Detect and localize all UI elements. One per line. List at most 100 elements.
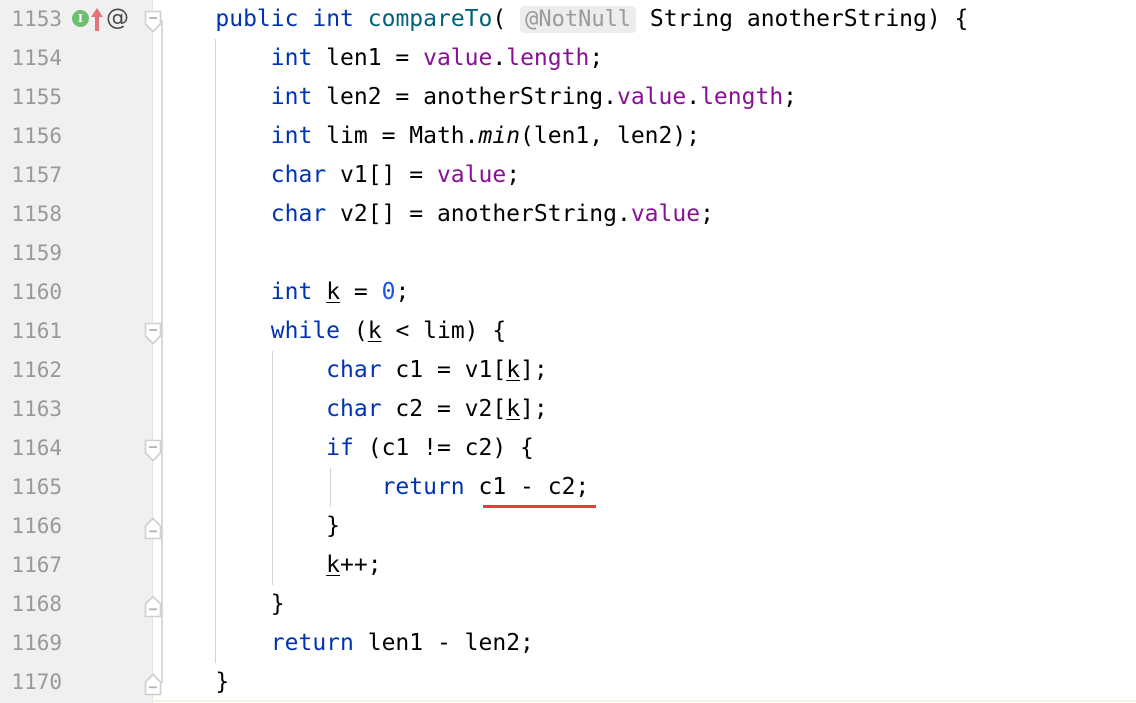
code-token: ]; (520, 357, 548, 383)
code-line[interactable]: while (k < lim) { (160, 312, 506, 351)
code-token: len1 = (312, 45, 424, 71)
code-token: k (326, 279, 341, 305)
code-token: int (270, 45, 313, 71)
code-token: } (160, 591, 285, 617)
code-line[interactable]: } (160, 585, 285, 624)
code-token: min (478, 123, 521, 149)
code-line[interactable]: char v2[] = anotherString.value; (160, 195, 714, 234)
code-token: length (506, 45, 590, 71)
code-token: int (270, 279, 313, 305)
line-number[interactable]: 1161 (0, 312, 62, 351)
code-token: . (686, 84, 701, 110)
inlay-hint-notnull[interactable]: @NotNull (520, 6, 637, 33)
code-token: k (326, 552, 341, 578)
line-number[interactable]: 1158 (0, 195, 62, 234)
code-token: ; (700, 201, 714, 227)
code-token: ; (589, 45, 604, 71)
code-line[interactable]: k++; (160, 546, 381, 585)
code-token: ( (492, 6, 507, 32)
line-number[interactable]: 1162 (0, 351, 62, 390)
code-token: c1 = v1[ (381, 357, 507, 383)
code-token: ; (783, 84, 798, 110)
code-token: ; (395, 279, 410, 305)
line-number[interactable]: 1169 (0, 624, 62, 663)
bottom-edge-rule (152, 700, 1136, 702)
code-token: k (506, 357, 521, 383)
code-token: value (436, 162, 507, 188)
line-number[interactable]: 1154 (0, 39, 62, 78)
code-line[interactable]: public int compareTo( @NotNull String an… (160, 0, 968, 39)
line-number[interactable]: 1153 (0, 0, 62, 39)
code-line[interactable]: int lim = Math.min(len1, len2); (160, 117, 700, 156)
code-token: char (270, 162, 327, 188)
code-token: len2 = anotherString. (312, 84, 617, 110)
line-number[interactable]: 1163 (0, 390, 62, 429)
code-token: ; (506, 162, 521, 188)
line-number[interactable]: 1160 (0, 273, 62, 312)
code-token: int (270, 123, 313, 149)
code-line[interactable]: int k = 0; (160, 273, 410, 312)
code-token: lim = Math. (312, 123, 479, 149)
code-line[interactable]: int len1 = value.length; (160, 39, 603, 78)
line-number[interactable]: 1170 (0, 663, 62, 702)
code-token: String anotherString) { (649, 6, 969, 32)
code-line[interactable]: return len1 - len2; (160, 624, 534, 663)
line-number[interactable]: 1165 (0, 468, 62, 507)
code-line[interactable]: char c2 = v2[k]; (160, 390, 548, 429)
code-editor[interactable]: 1153 1154 1155 1156 1157 1158 1159 1160 1161 1162… (0, 0, 1136, 703)
code-token: < lim) { (381, 318, 507, 344)
code-token: ]; (520, 396, 548, 422)
code-token: int (312, 6, 354, 32)
annotation-marker-icon[interactable]: @ (106, 7, 129, 30)
implementing-method-icon[interactable]: I (72, 10, 89, 27)
line-number[interactable]: 1167 (0, 546, 62, 585)
line-number[interactable]: 1164 (0, 429, 62, 468)
line-number[interactable]: 1166 (0, 507, 62, 546)
code-token: return (270, 630, 354, 656)
code-token: } (160, 669, 230, 695)
code-line[interactable]: } (160, 663, 229, 702)
code-token: . (492, 45, 507, 71)
line-number[interactable]: 1168 (0, 585, 62, 624)
code-token: 0 (381, 279, 396, 305)
code-line[interactable]: return c1 - c2; (160, 468, 590, 507)
code-token: len1 - len2; (353, 630, 534, 656)
code-token: length (700, 84, 784, 110)
code-line[interactable]: char c1 = v1[k]; (160, 351, 548, 390)
code-token: public (215, 6, 299, 32)
code-token: (c1 != c2) { (353, 435, 534, 461)
code-token: char (326, 396, 382, 422)
code-line[interactable]: } (160, 507, 340, 546)
code-token: ( (340, 318, 368, 344)
line-number[interactable]: 1156 (0, 117, 62, 156)
line-number[interactable]: 1155 (0, 78, 62, 117)
code-token: c1 - c2; (464, 474, 590, 500)
code-token: = (340, 279, 382, 305)
code-token: c2 = v2[ (381, 396, 507, 422)
code-token: value (423, 45, 493, 71)
code-line[interactable]: if (c1 != c2) { (160, 429, 534, 468)
line-number[interactable]: 1159 (0, 234, 62, 273)
code-token: if (326, 435, 354, 461)
code-line[interactable]: int len2 = anotherString.value.length; (160, 78, 797, 117)
code-token: compareTo (367, 6, 493, 32)
error-underline (483, 505, 596, 508)
line-number[interactable]: 1157 (0, 156, 62, 195)
overriding-method-arrow-icon[interactable] (89, 6, 105, 36)
code-line[interactable]: char v1[] = value; (160, 156, 520, 195)
